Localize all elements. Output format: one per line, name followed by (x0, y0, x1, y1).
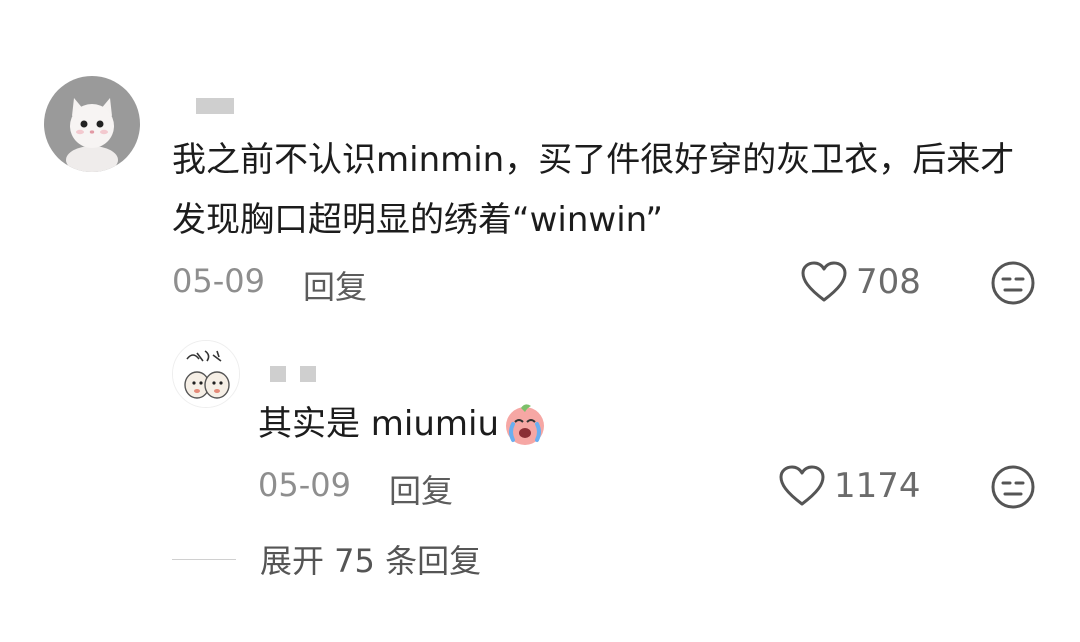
reply-dislike-button[interactable] (990, 464, 1036, 510)
reply-text: 其实是 miumiu (258, 404, 500, 444)
like-button[interactable]: 708 (800, 260, 921, 304)
like-count: 708 (856, 262, 921, 302)
expand-divider (172, 558, 236, 560)
reply-text-row: 其实是 miumiu (258, 394, 549, 454)
neutral-face-icon (991, 465, 1035, 509)
dislike-button[interactable] (990, 260, 1036, 306)
comment-text: 我之前不认识minmin，买了件很好穿的灰卫衣，后来才发现胸口超明显的绣着“wi… (172, 140, 1015, 240)
expand-replies-label: 展开 75 条回复 (260, 542, 482, 580)
crying-peach-emoji-icon (506, 404, 545, 445)
heart-outline-icon (801, 261, 847, 302)
reply-button[interactable]: 回复 (303, 262, 367, 308)
reply-date: 05-09 (258, 466, 351, 504)
heart-outline-icon (779, 465, 825, 506)
expand-replies-button[interactable]: 展开 75 条回复 (172, 536, 481, 582)
reply-like-button[interactable]: 1174 (778, 464, 921, 508)
reply-avatar[interactable] (172, 340, 240, 408)
white-cat-avatar-icon (44, 76, 140, 172)
avatar[interactable] (44, 76, 140, 172)
doodle-ghost-avatar-icon (173, 341, 239, 407)
reply-username-placeholder[interactable] (270, 366, 316, 382)
reply-reply-button[interactable]: 回复 (389, 466, 453, 512)
neutral-face-icon (991, 261, 1035, 305)
comment-date: 05-09 (172, 262, 265, 300)
username-placeholder[interactable] (196, 98, 234, 114)
reply-like-count: 1174 (834, 466, 921, 506)
